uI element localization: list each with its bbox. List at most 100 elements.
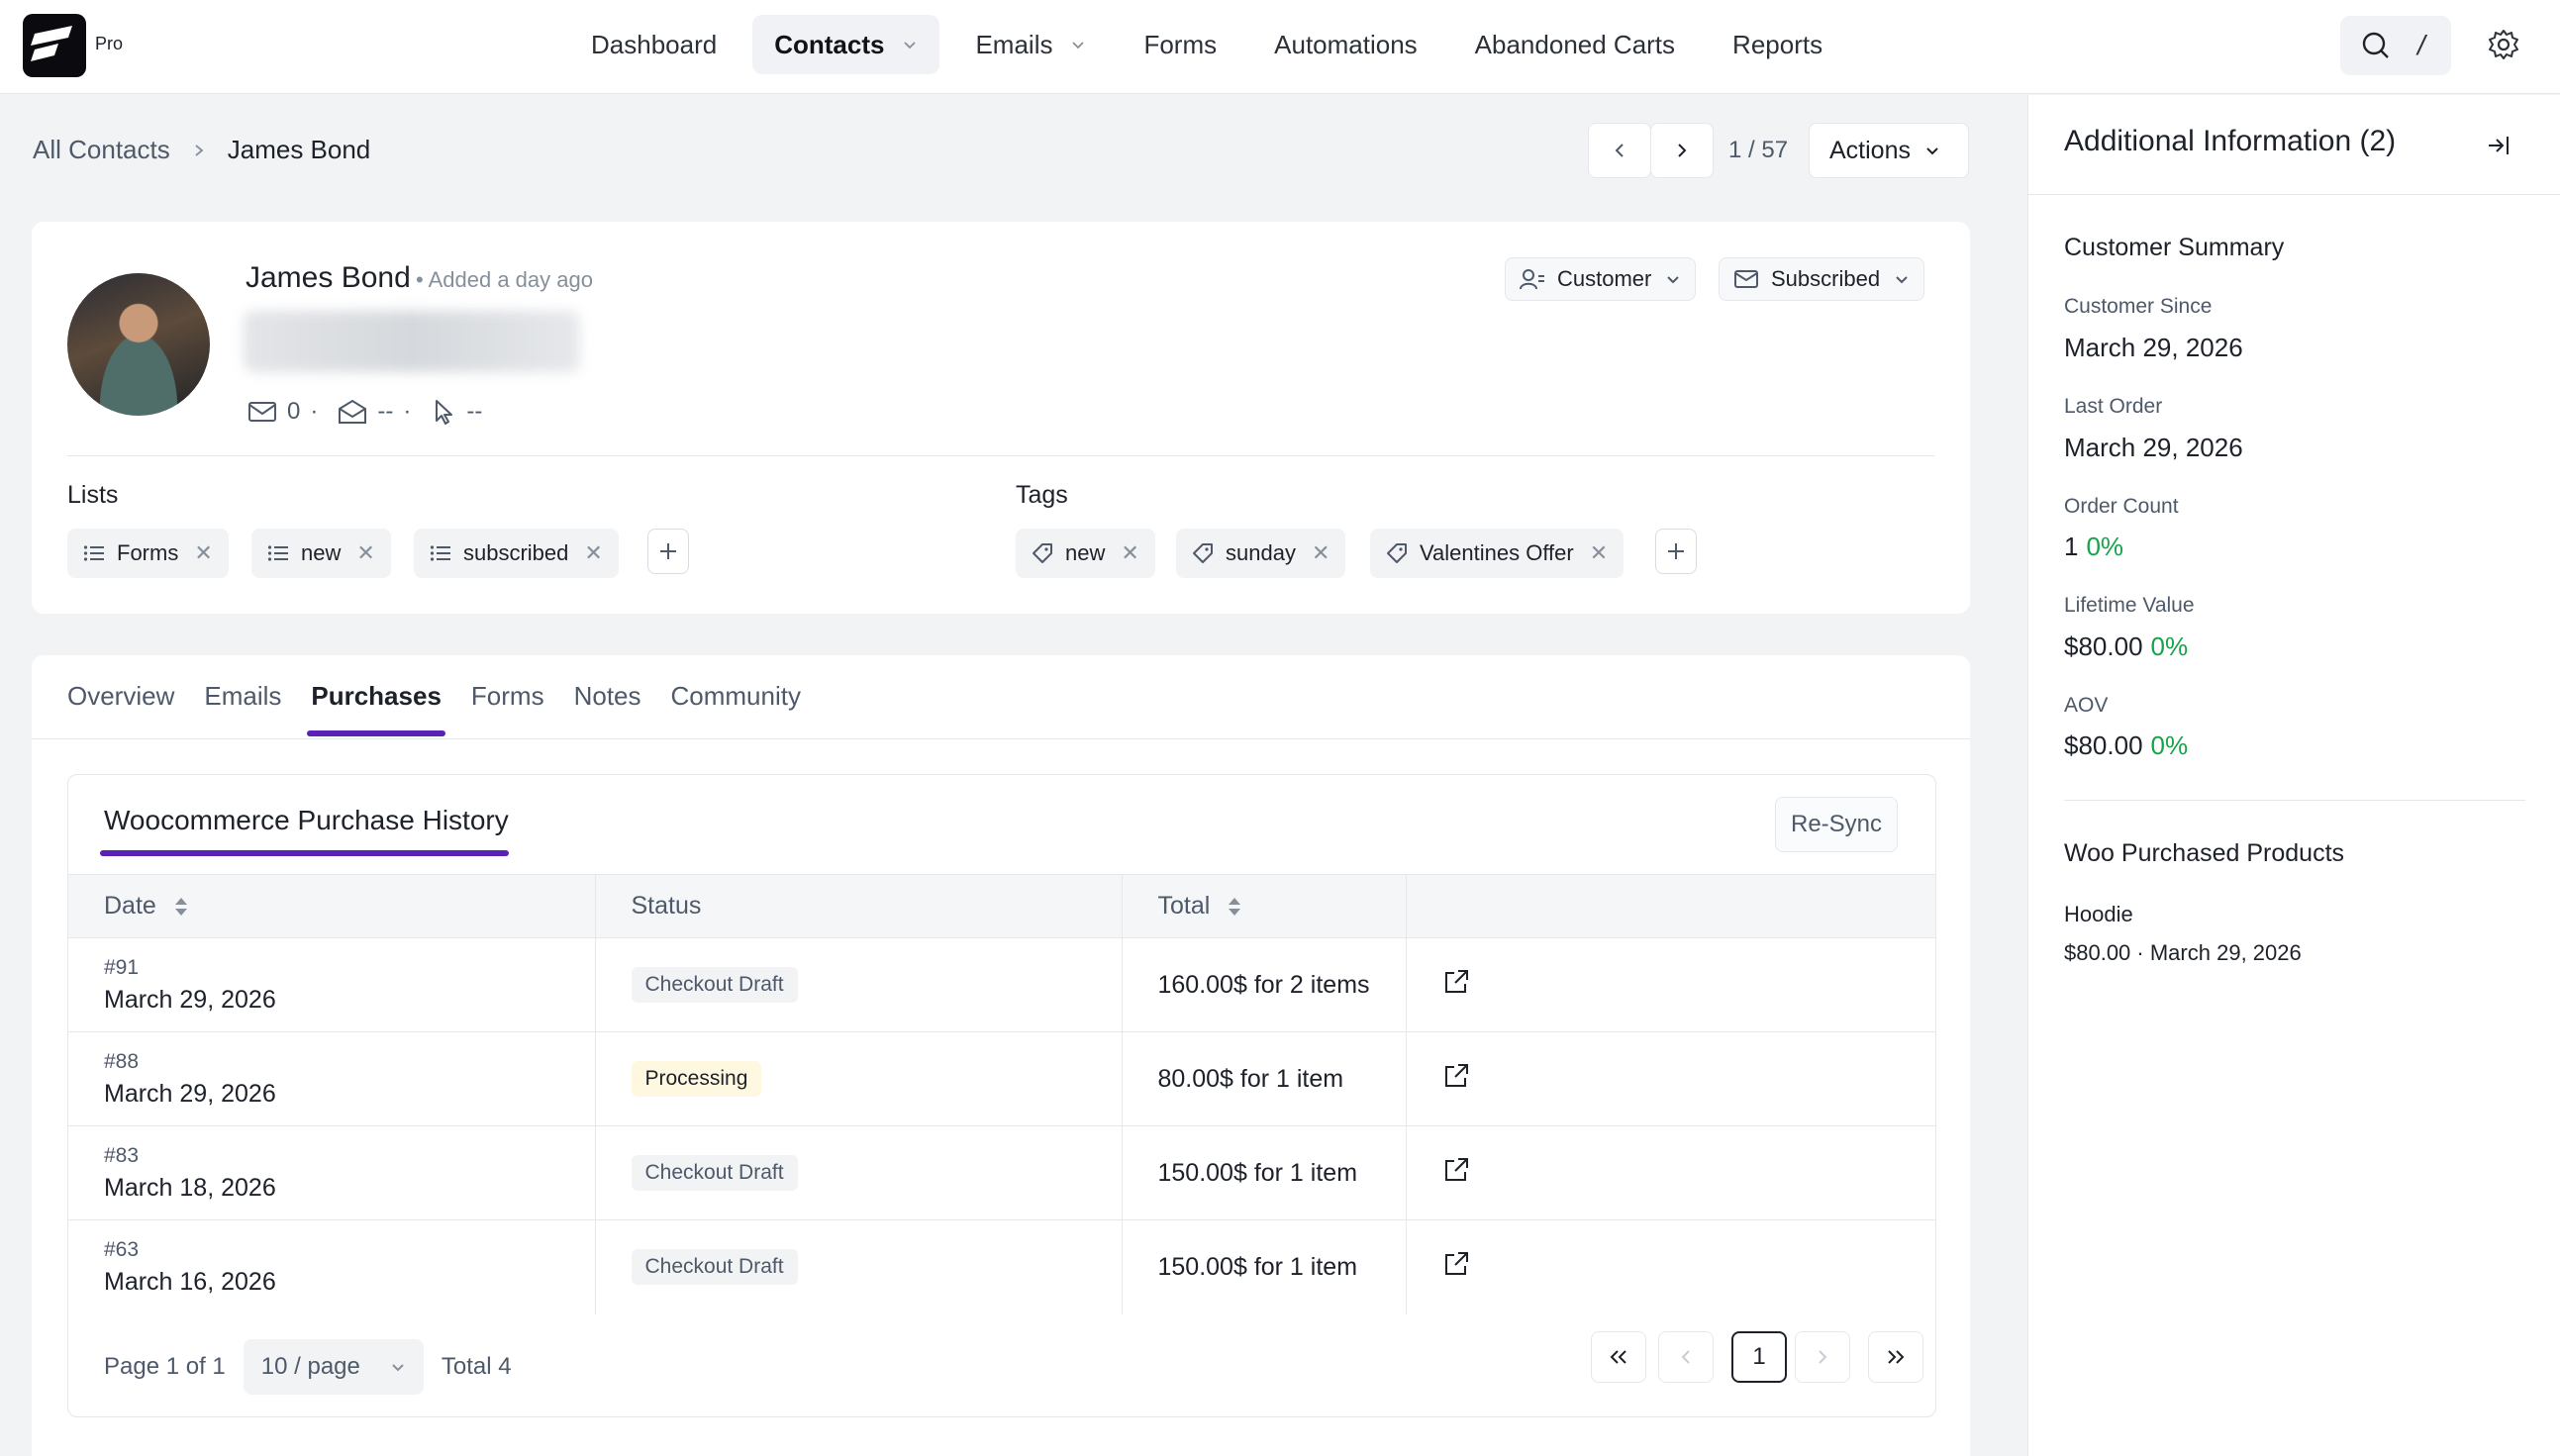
chevron-down-icon bbox=[1072, 42, 1085, 49]
external-link-icon[interactable] bbox=[1442, 1062, 1470, 1090]
tab-overview[interactable]: Overview bbox=[67, 681, 174, 712]
order-date: March 18, 2026 bbox=[104, 1173, 276, 1202]
sort-icon[interactable] bbox=[173, 896, 189, 918]
nav-forms[interactable]: Forms bbox=[1122, 15, 1238, 74]
tag-chip-label: sunday bbox=[1226, 540, 1296, 565]
close-icon[interactable]: ✕ bbox=[1590, 540, 1608, 566]
order-link-cell bbox=[1406, 1219, 1935, 1314]
shortcut-hint: / bbox=[2417, 30, 2425, 60]
column-date-label: Date bbox=[104, 892, 156, 920]
column-total[interactable]: Total bbox=[1122, 874, 1407, 938]
breadcrumb-all-contacts[interactable]: All Contacts bbox=[33, 135, 170, 165]
gear-icon[interactable] bbox=[2487, 28, 2520, 61]
page-info: Page 1 of 1 bbox=[104, 1353, 226, 1380]
breadcrumb-current: James Bond bbox=[227, 135, 371, 164]
last-page-button[interactable] bbox=[1868, 1331, 1923, 1383]
nav-abandoned-carts[interactable]: Abandoned Carts bbox=[1453, 15, 1697, 74]
list-chip: new ✕ bbox=[251, 529, 391, 578]
table-header-row: Date Status Total bbox=[68, 874, 1935, 938]
tag-chip: new ✕ bbox=[1016, 529, 1155, 578]
mail-open-icon bbox=[339, 399, 367, 424]
woo-products-title: Woo Purchased Products bbox=[2064, 839, 2345, 867]
next-page-button[interactable] bbox=[1795, 1331, 1850, 1383]
order-date: March 29, 2026 bbox=[104, 985, 276, 1014]
nav-dashboard[interactable]: Dashboard bbox=[569, 15, 738, 74]
nav-emails[interactable]: Emails bbox=[953, 15, 1108, 74]
column-date[interactable]: Date bbox=[68, 874, 596, 938]
prev-contact-button[interactable] bbox=[1588, 123, 1651, 178]
nav-contacts[interactable]: Contacts bbox=[752, 15, 940, 74]
external-link-icon[interactable] bbox=[1442, 1250, 1470, 1278]
tag-chip: sunday ✕ bbox=[1176, 529, 1346, 578]
order-link-cell bbox=[1406, 1125, 1935, 1220]
external-link-icon[interactable] bbox=[1442, 1156, 1470, 1184]
prev-page-button[interactable] bbox=[1658, 1331, 1714, 1383]
email-stats: 0 · -- · -- bbox=[247, 398, 492, 426]
close-icon[interactable]: ✕ bbox=[1121, 540, 1138, 566]
subscription-status-select[interactable]: Subscribed bbox=[1719, 257, 1925, 301]
customer-since-value: March 29, 2026 bbox=[2064, 333, 2243, 362]
list-chip-label: new bbox=[301, 540, 342, 565]
external-link-icon[interactable] bbox=[1442, 968, 1470, 996]
cursor-click-icon bbox=[436, 400, 453, 425]
tab-notes[interactable]: Notes bbox=[574, 681, 641, 712]
sort-icon[interactable] bbox=[1227, 896, 1242, 918]
lifetime-value-label: Lifetime Value bbox=[2064, 594, 2195, 617]
add-tag-button[interactable] bbox=[1655, 529, 1697, 574]
add-list-button[interactable] bbox=[647, 529, 689, 574]
tag-chip: Valentines Offer ✕ bbox=[1370, 529, 1625, 578]
tab-forms[interactable]: Forms bbox=[471, 681, 544, 712]
chevron-down-icon bbox=[392, 1364, 404, 1372]
panel-title: Additional Information (2) bbox=[2064, 125, 2397, 157]
nav-reports[interactable]: Reports bbox=[1711, 15, 1844, 74]
status-badge: Checkout Draft bbox=[631, 1155, 798, 1191]
chevron-right-icon bbox=[1819, 1350, 1827, 1364]
nav-label: Dashboard bbox=[591, 29, 718, 59]
aov-label: AOV bbox=[2064, 694, 2109, 717]
contact-email-redacted bbox=[244, 311, 580, 372]
contact-tabs: Overview Emails Purchases Forms Notes Co… bbox=[67, 681, 831, 736]
column-total-label: Total bbox=[1157, 892, 1211, 920]
search-box[interactable]: / bbox=[2340, 16, 2451, 75]
page-number-button[interactable]: 1 bbox=[1731, 1331, 1787, 1383]
collapse-panel-icon[interactable] bbox=[2486, 133, 2511, 158]
tab-community[interactable]: Community bbox=[671, 681, 801, 712]
chevron-down-icon bbox=[904, 42, 917, 49]
order-count-change: 0% bbox=[2086, 532, 2124, 561]
chevron-right-icon bbox=[195, 144, 204, 156]
per-page-label: 10 / page bbox=[260, 1353, 360, 1380]
profile-divider bbox=[67, 455, 1934, 456]
lifetime-value-change: 0% bbox=[2150, 631, 2189, 661]
nav-automations[interactable]: Automations bbox=[1252, 15, 1439, 74]
per-page-select[interactable]: 10 / page bbox=[243, 1339, 424, 1395]
close-icon[interactable]: ✕ bbox=[1312, 540, 1329, 566]
orders-table: Date Status Total #91 March 29, 2026 Chec… bbox=[68, 874, 1935, 1314]
tab-emails[interactable]: Emails bbox=[204, 681, 281, 712]
tab-purchases[interactable]: Purchases bbox=[307, 681, 445, 736]
close-icon[interactable]: ✕ bbox=[584, 540, 602, 566]
customer-since-label: Customer Since bbox=[2064, 295, 2213, 318]
order-status-cell: Checkout Draft bbox=[595, 1219, 1123, 1314]
contact-type-select[interactable]: Customer bbox=[1505, 257, 1697, 301]
contact-type-label: Customer bbox=[1557, 266, 1652, 291]
tabs-divider bbox=[32, 738, 1970, 739]
order-date: March 16, 2026 bbox=[104, 1267, 276, 1296]
panel-section-divider bbox=[2064, 800, 2525, 801]
column-status: Status bbox=[595, 874, 1123, 938]
status-badge: Checkout Draft bbox=[631, 1249, 798, 1286]
actions-label: Actions bbox=[1829, 136, 1911, 164]
lifetime-value-value: $80.00 0% bbox=[2064, 631, 2189, 661]
emails-clicked-count: -- bbox=[466, 398, 483, 425]
app-logo-icon[interactable] bbox=[23, 14, 86, 77]
status-badge: Processing bbox=[631, 1061, 762, 1097]
next-contact-button[interactable] bbox=[1650, 123, 1714, 178]
actions-button[interactable]: Actions bbox=[1809, 123, 1969, 178]
purchase-history-panel: Woocommerce Purchase History Re-Sync Dat… bbox=[67, 774, 1936, 1417]
close-icon[interactable]: ✕ bbox=[194, 540, 212, 566]
order-total: 150.00$ for 1 item bbox=[1122, 1219, 1407, 1314]
close-icon[interactable]: ✕ bbox=[356, 540, 374, 566]
search-icon[interactable] bbox=[2360, 30, 2392, 61]
breadcrumb: All Contacts James Bond bbox=[33, 135, 370, 165]
resync-button[interactable]: Re-Sync bbox=[1775, 797, 1898, 852]
first-page-button[interactable] bbox=[1591, 1331, 1646, 1383]
